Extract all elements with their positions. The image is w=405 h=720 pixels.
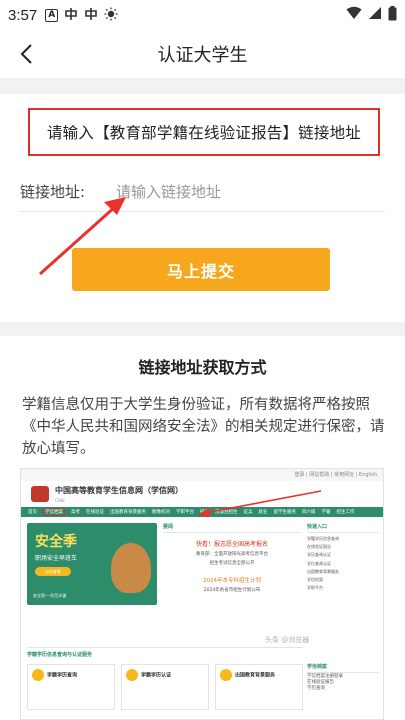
- example-screenshot: 登录 | 网站帮助 | 常用网址 | English 中国高等教育学生信息网（学…: [20, 468, 384, 720]
- page-title: 认证大学生: [157, 45, 248, 66]
- shot-service-boxes: 学籍学历查询 学籍学历认证 出国教育背景服务: [27, 664, 303, 710]
- link-input[interactable]: [116, 182, 356, 201]
- shot-news-header: 要闻: [163, 523, 301, 533]
- signal-icon: [368, 6, 382, 24]
- back-button[interactable]: [14, 40, 42, 68]
- battery-icon: [388, 5, 397, 25]
- shot-banner-title: 安全季: [35, 534, 77, 550]
- shot-service-box: 出国教育背景服务: [215, 664, 303, 710]
- shot-help-header: 学信档案: [307, 663, 379, 673]
- wifi-icon: [346, 6, 362, 24]
- instruction-box: 请输入【教育部学籍在线验证报告】链接地址: [28, 108, 380, 156]
- shot-service-title: 出国教育背景服务: [235, 672, 276, 679]
- shot-watermark: 头条 @浏览器: [265, 636, 310, 644]
- shot-service-box: 学籍学历查询: [27, 664, 115, 710]
- shot-service-title: 学籍学历认证: [141, 672, 172, 679]
- shot-side-item: 学位查询认证: [307, 560, 331, 566]
- notification-a-icon: A: [45, 8, 59, 22]
- shot-news-highlight: 2024年本专科招生计划: [203, 578, 261, 584]
- shot-banner: 安全季 职场安全早班车 点击查看 安全第一·防范诈骗: [27, 523, 157, 605]
- shot-news-line: 2024年各省市招生计划公布: [203, 588, 261, 593]
- shot-help-line: 学历查询: [307, 686, 325, 691]
- shot-help: 学信档案 学信档案注册登录 在线验证报告 学历查询: [307, 663, 379, 719]
- howto-card: 链接地址获取方式 学籍信息仅用于大学生身份验证，所有数据将严格按照《中华人民共和…: [0, 336, 405, 720]
- shot-side: 快速入口 学籍学历信息查询 在线验证报告 学历查询认证 学位查询认证 出国教育背…: [307, 523, 379, 653]
- shot-news-line: 教育部：全面开放阳光高考信息平台: [196, 552, 268, 557]
- shot-service-box: 学籍学历认证: [121, 664, 209, 710]
- howto-description: 学籍信息仅用于大学生身份验证，所有数据将严格按照《中华人民共和国网络安全法》的相…: [22, 397, 385, 457]
- shot-service-title: 学籍学历查询: [47, 672, 78, 679]
- shot-banner-line: 职场安全早班车: [35, 555, 78, 562]
- service-icon: [220, 669, 232, 681]
- shot-services: 学籍学历信息查询与认证服务 学籍学历查询 学籍学历认证 出国教育背景服务: [27, 647, 303, 719]
- submit-button[interactable]: 马上提交: [72, 248, 330, 291]
- shot-news: 要闻 快看！报志愿全国高考报名 教育部：全面开放阳光高考信息平台 招生考试信息全…: [163, 523, 301, 605]
- shot-news-headline: 快看！报志愿全国高考报名: [195, 541, 268, 548]
- shot-banner-foot: 安全第一·防范诈骗: [33, 593, 67, 598]
- howto-title: 链接地址获取方式: [138, 358, 267, 377]
- app-icon: [64, 7, 78, 23]
- shot-side-item: 学籍学历信息查询: [307, 536, 339, 541]
- shot-side-header: 快速入口: [307, 523, 379, 533]
- brightness-icon: [104, 7, 118, 23]
- nav-bar: 认证大学生: [0, 30, 405, 78]
- link-field-label: 链接地址:: [20, 183, 86, 201]
- status-time: 3:57: [8, 6, 38, 24]
- shot-side-item: 出国教育背景服务: [307, 568, 339, 574]
- shot-side-item: 学历查询认证: [307, 552, 331, 558]
- service-icon: [126, 669, 138, 681]
- chevron-left-icon: [20, 44, 32, 64]
- shot-services-header: 学籍学历信息查询与认证服务: [27, 652, 93, 658]
- app-icon: [84, 7, 98, 23]
- shot-side-item: 在线验证报告: [307, 544, 331, 550]
- status-bar: 3:57 A: [0, 0, 405, 30]
- shot-side-item: 学职平台: [307, 585, 323, 591]
- mascot-icon: [111, 543, 151, 593]
- service-icon: [32, 669, 44, 681]
- shot-side-item: 学信档案: [307, 576, 323, 582]
- status-right: [346, 5, 397, 25]
- shot-banner-button: 点击查看: [35, 567, 71, 576]
- link-field-row: 链接地址:: [20, 172, 385, 212]
- link-form-card: 请输入【教育部学籍在线验证报告】链接地址 链接地址: 马上提交: [0, 94, 405, 322]
- shot-news-line: 招生考试信息全部公开: [209, 561, 255, 566]
